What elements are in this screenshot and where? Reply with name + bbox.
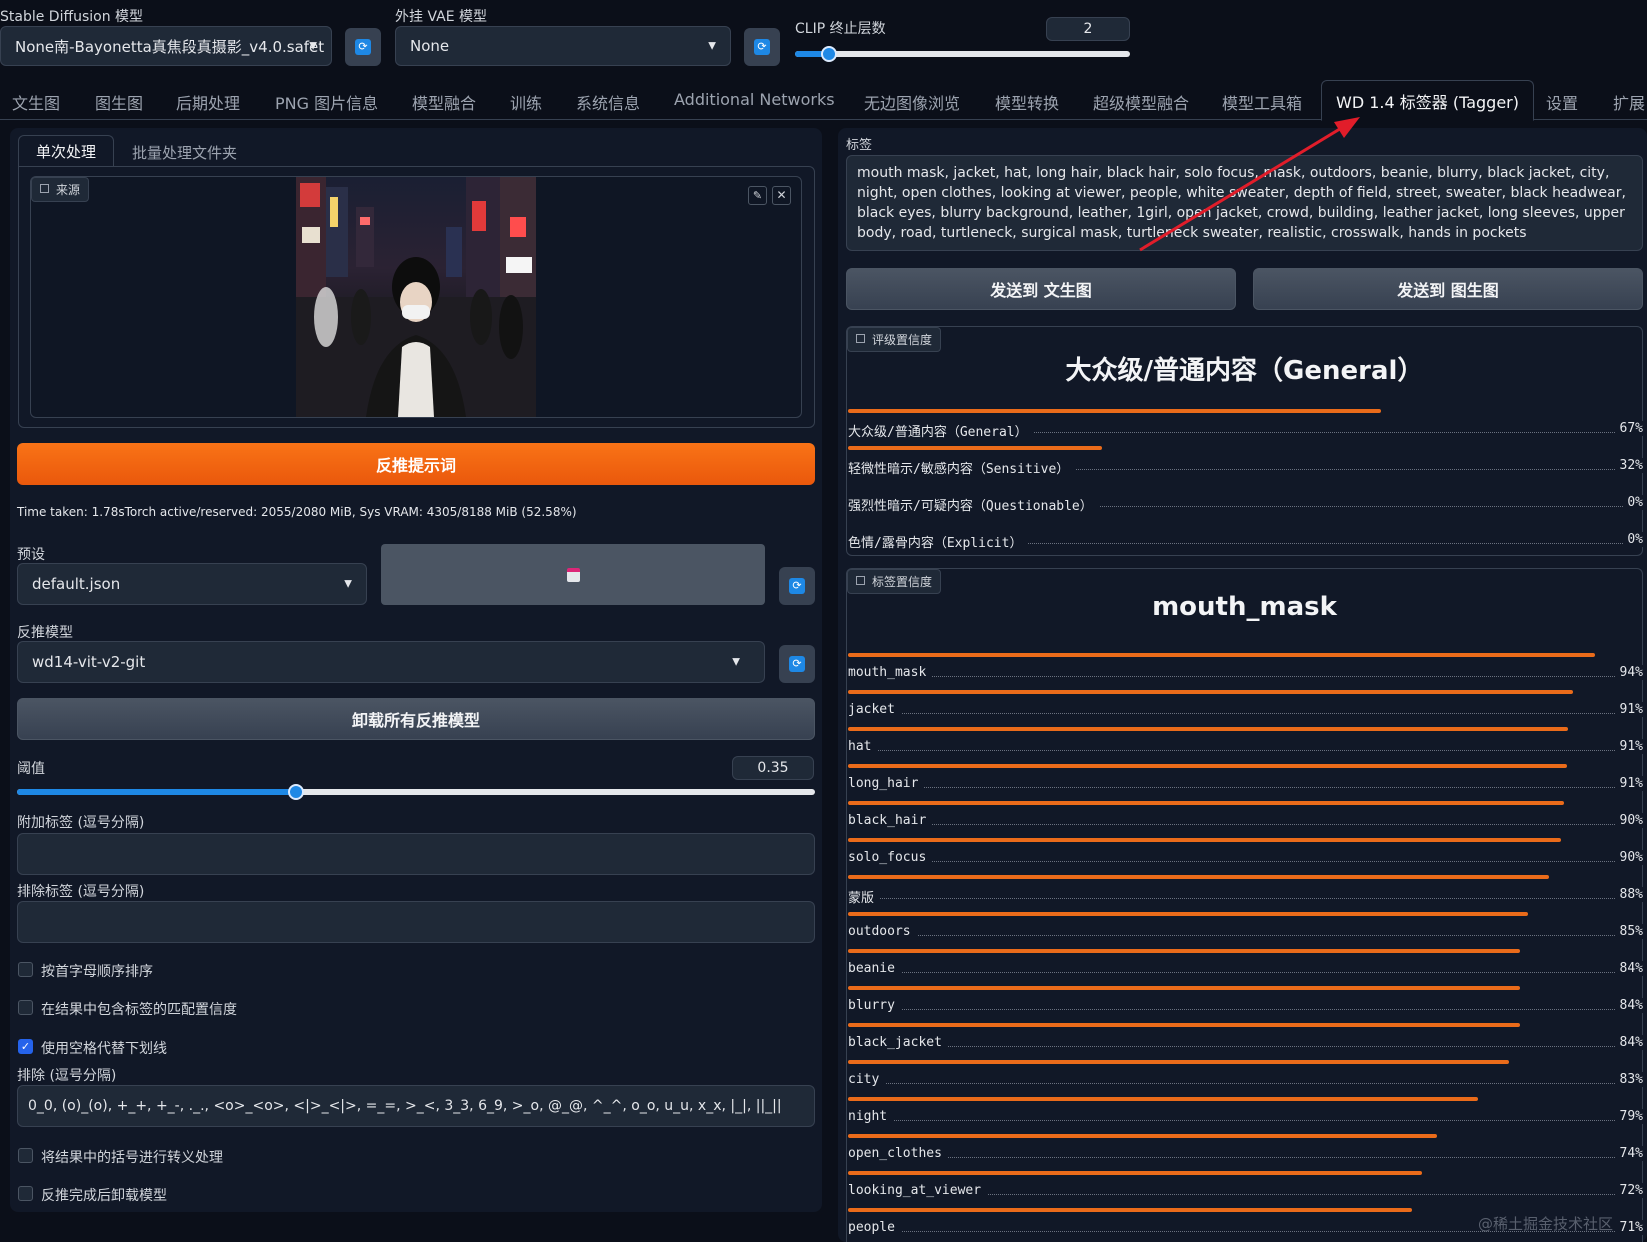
watermark: @稀土掘金技术社区 xyxy=(1478,1215,1614,1233)
tagger-webui: Stable Diffusion 模型 None南-Bayonetta真焦段真摄… xyxy=(0,0,1647,1242)
arrow-line xyxy=(1139,122,1349,252)
annotation-arrow xyxy=(1139,117,1360,252)
arrow-head xyxy=(1334,117,1360,138)
